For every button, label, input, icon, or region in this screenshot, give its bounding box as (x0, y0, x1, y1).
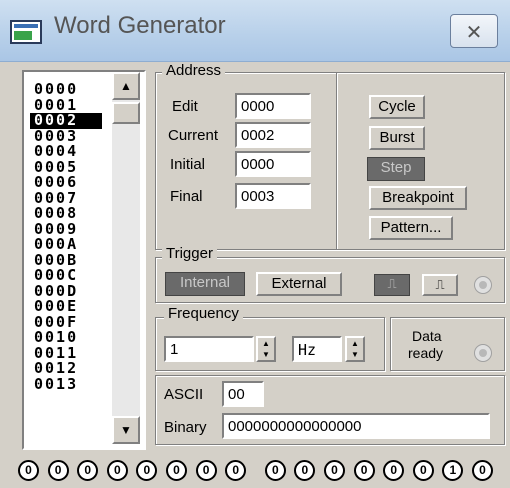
final-label: Final (170, 188, 203, 205)
address-group-label: Address (162, 62, 226, 79)
current-field[interactable]: 0002 (235, 122, 311, 148)
rising-edge-button[interactable]: ⎍ (374, 274, 410, 296)
scroll-down-button[interactable]: ▼ (112, 416, 140, 444)
spin-up-icon: ▲ (262, 339, 270, 348)
data-ready-indicator (474, 344, 492, 362)
unit-spinner[interactable]: ▲ ▼ (345, 336, 365, 362)
burst-button[interactable]: Burst (369, 126, 425, 150)
word-list-scrollbar[interactable]: ▲ ▼ (112, 72, 140, 444)
trigger-indicator (474, 276, 492, 294)
main-panel: 0000 0001 0002 0003 0004 0005 0006 0007 0008 0009… (0, 62, 510, 488)
data-ready-group (390, 317, 505, 371)
bit-indicator: 0 (225, 460, 247, 481)
address-divider (336, 73, 337, 249)
word-list[interactable]: 0000 0001 0002 0003 0004 0005 0006 0007 0008 0009… (30, 81, 102, 393)
bit-indicator: 0 (77, 460, 99, 481)
arrow-up-icon: ▲ (120, 79, 132, 93)
data-ready-label-line1: Data (412, 328, 442, 344)
bit-indicator: 0 (18, 460, 39, 481)
breakpoint-button[interactable]: Breakpoint (369, 186, 467, 210)
window-title: Word Generator (54, 12, 226, 39)
current-label: Current (168, 127, 219, 144)
bit-indicator: 0 (353, 460, 375, 481)
bit-indicator: 0 (294, 460, 316, 481)
bit-indicator: 0 (383, 460, 405, 481)
arrow-down-icon: ▼ (120, 423, 132, 437)
binary-label: Binary (164, 419, 207, 436)
final-field[interactable]: 0003 (235, 183, 311, 209)
edit-label: Edit (172, 98, 198, 115)
word-list-box[interactable]: 0000 0001 0002 0003 0004 0005 0006 0007 0008 0009… (22, 70, 146, 450)
initial-field[interactable]: 0000 (235, 151, 311, 177)
trigger-group-label: Trigger (162, 245, 217, 262)
word-generator-icon (10, 20, 42, 44)
spin-down-icon: ▼ (351, 350, 359, 359)
bit-indicator: 0 (166, 460, 187, 481)
bit-indicator: 0 (472, 460, 493, 481)
bit-indicator: 0 (136, 460, 158, 481)
pattern-button[interactable]: Pattern... (369, 216, 453, 240)
falling-edge-button[interactable]: ⎍ (422, 274, 458, 296)
bit-indicator: 0 (264, 460, 286, 481)
scroll-thumb[interactable] (112, 102, 140, 124)
initial-label: Initial (170, 156, 206, 173)
cycle-button[interactable]: Cycle (369, 95, 425, 119)
frequency-spinner[interactable]: ▲ ▼ (256, 336, 276, 362)
internal-trigger-button[interactable]: Internal (165, 272, 245, 296)
binary-field[interactable]: 0000000000000000 (222, 413, 490, 439)
ascii-field[interactable]: 00 (222, 381, 264, 407)
step-button[interactable]: Step (367, 157, 425, 181)
bit-indicator: 0 (47, 460, 69, 481)
falling-edge-icon: ⎍ (435, 277, 445, 292)
bit-indicator: 0 (324, 460, 345, 481)
spin-down-icon: ▼ (262, 350, 270, 359)
rising-edge-icon: ⎍ (387, 276, 397, 291)
bit-indicator: 1 (442, 460, 464, 481)
title-bar: Word Generator ✕ (0, 0, 510, 62)
close-button[interactable]: ✕ (450, 14, 498, 48)
scroll-up-button[interactable]: ▲ (112, 72, 140, 100)
bit-indicator: 0 (106, 460, 128, 481)
external-trigger-button[interactable]: External (256, 272, 342, 296)
bit-indicator: 0 (412, 460, 434, 481)
data-ready-label-line2: ready (408, 345, 444, 361)
spin-up-icon: ▲ (351, 339, 359, 348)
close-icon: ✕ (465, 22, 483, 44)
frequency-group-label: Frequency (164, 305, 243, 322)
ascii-label: ASCII (164, 386, 204, 403)
bit-indicator: 0 (195, 460, 217, 481)
edit-field[interactable]: 0000 (235, 93, 311, 119)
frequency-unit-field[interactable]: Hz (292, 336, 342, 362)
word-list-item[interactable]: 0013 (30, 376, 102, 393)
frequency-value-field[interactable]: 1 (164, 336, 254, 362)
